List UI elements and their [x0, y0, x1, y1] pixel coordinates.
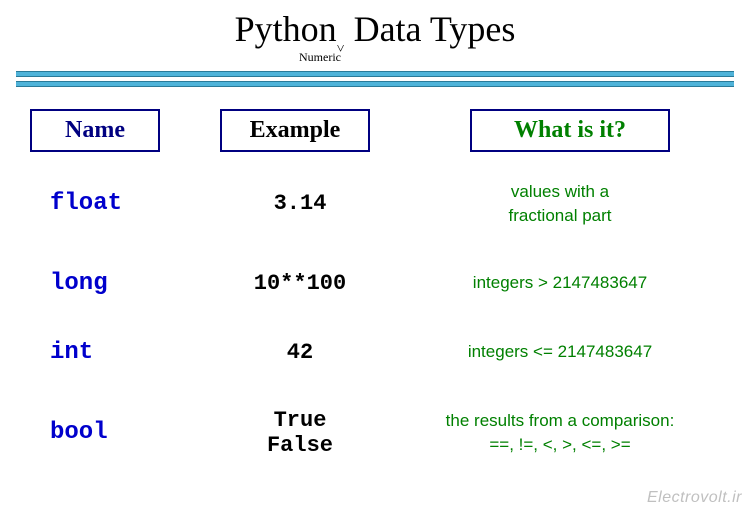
table-row: bool True False the results from a compa… — [30, 408, 730, 458]
table-row: long 10**100 integers > 2147483647 — [30, 270, 730, 297]
type-description: integers > 2147483647 — [400, 271, 730, 295]
type-example: True False — [200, 408, 400, 458]
type-name: long — [30, 270, 200, 297]
data-table: Name Example What is it? float 3.14 valu… — [30, 109, 730, 458]
header-what: What is it? — [470, 109, 670, 152]
type-description: the results from a comparison: ==, !=, <… — [400, 409, 730, 457]
type-description: integers <= 2147483647 — [400, 340, 730, 364]
divider-line — [16, 81, 734, 87]
type-name: bool — [30, 419, 200, 446]
table-header-row: Name Example What is it? — [30, 109, 730, 152]
watermark: Electrovolt.ir — [647, 489, 742, 507]
title-wrap: Python˅ Data Types Numeric — [0, 0, 750, 65]
type-name: int — [30, 339, 200, 366]
type-example: 10**100 — [200, 271, 400, 296]
caret-down-icon: ˅ — [337, 42, 345, 58]
type-example: 3.14 — [200, 191, 400, 216]
page-title: Python˅ Data Types — [235, 8, 516, 54]
type-description: values with a fractional part — [400, 180, 730, 228]
divider-group — [16, 71, 734, 87]
divider-line — [16, 71, 734, 77]
title-right: Data Types — [345, 9, 516, 49]
type-name: float — [30, 190, 200, 217]
header-name: Name — [30, 109, 160, 152]
table-row: float 3.14 values with a fractional part — [30, 180, 730, 228]
header-example: Example — [220, 109, 370, 152]
table-row: int 42 integers <= 2147483647 — [30, 339, 730, 366]
type-example: 42 — [200, 340, 400, 365]
title-left: Python — [235, 9, 337, 49]
